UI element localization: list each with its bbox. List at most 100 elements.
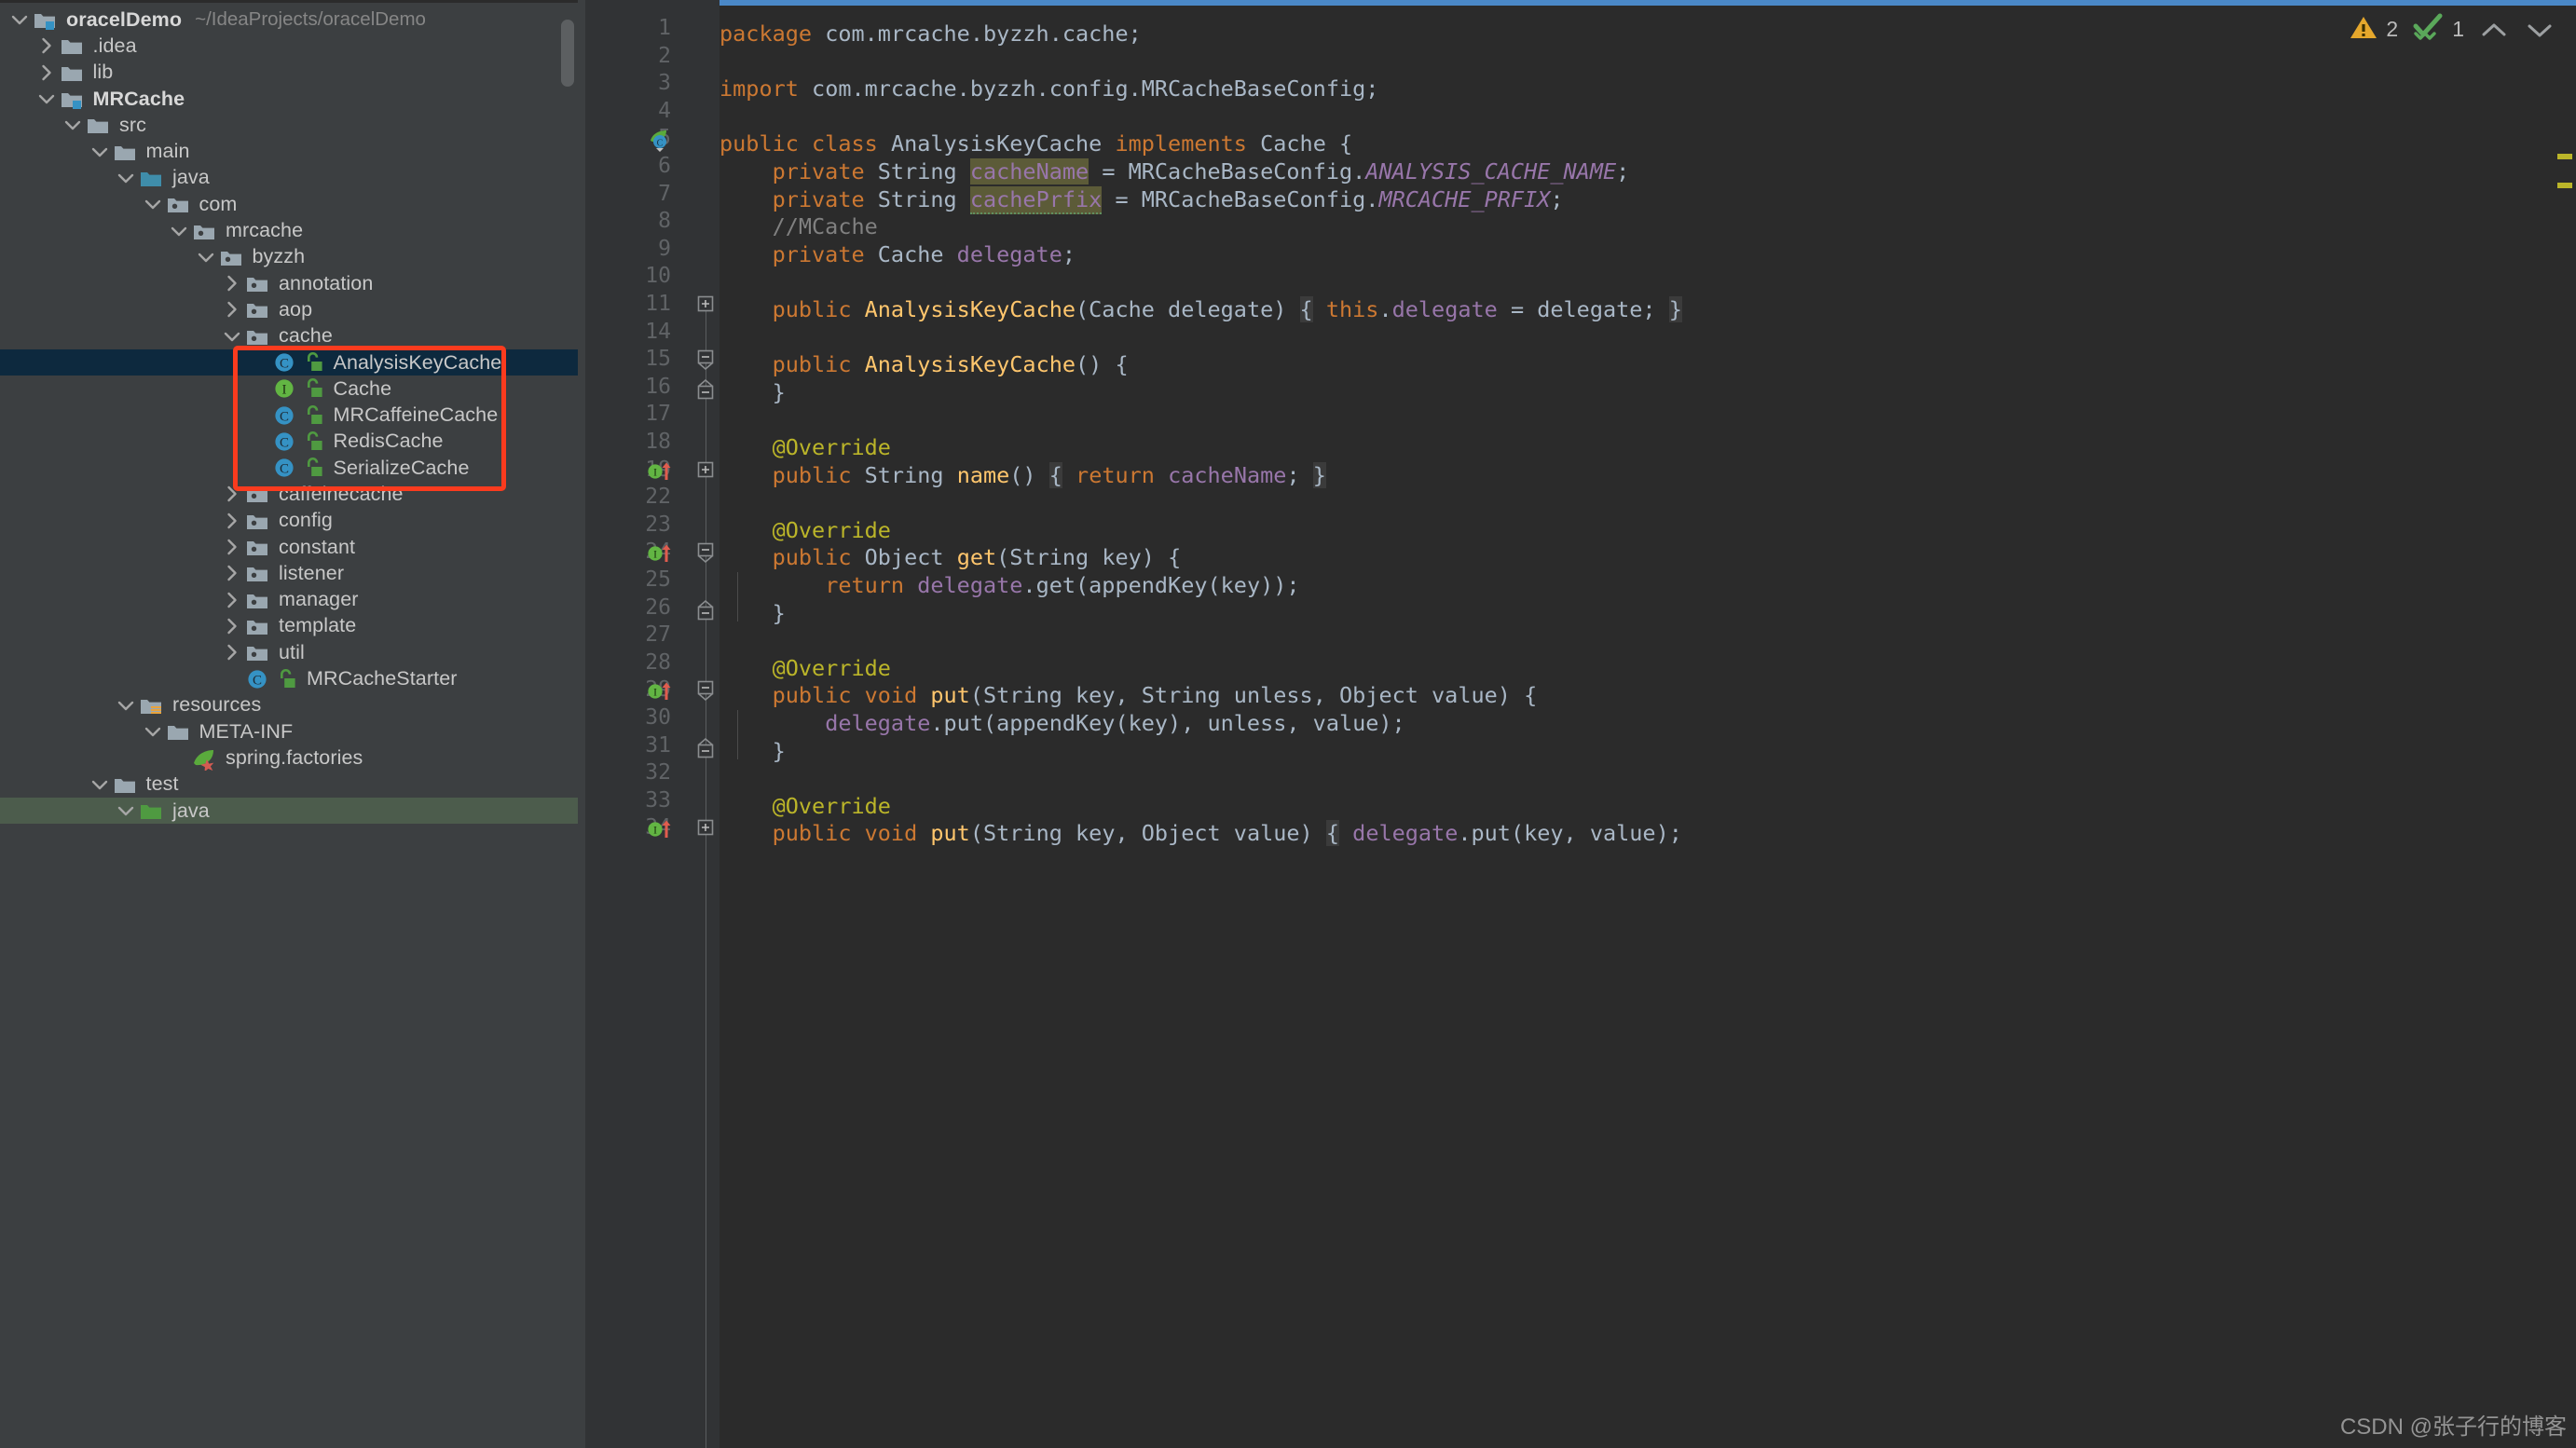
fold-marker-collapse-bottom[interactable] [695, 735, 716, 764]
tree-node-serializecache[interactable]: C SerializeCache [0, 455, 578, 481]
chevron-right-icon[interactable] [220, 481, 244, 507]
tree-node-spring-factories[interactable]: spring.factories [0, 744, 578, 772]
tree-node-meta-inf[interactable]: META-INF [0, 718, 578, 744]
code-line[interactable]: @Override [719, 434, 891, 462]
tree-node-mrcache[interactable]: mrcache [0, 217, 578, 243]
tree-node-listener[interactable]: listener [0, 560, 578, 586]
marker-stripe-warning-2[interactable] [2557, 183, 2572, 188]
tree-node-lib[interactable]: lib [0, 60, 578, 86]
tree-node-rediscache[interactable]: C RedisCache [0, 429, 578, 455]
chevron-right-icon[interactable] [34, 60, 59, 86]
chevron-down-icon[interactable] [114, 692, 138, 718]
tree-node-oraceldemo[interactable]: oracelDemo ~/IdeaProjects/oracelDemo [0, 7, 578, 33]
code-line[interactable]: @Override [719, 655, 891, 683]
tree-node-config[interactable]: config [0, 508, 578, 534]
chevron-right-icon[interactable] [220, 296, 244, 322]
code-line[interactable]: //MCache [719, 213, 878, 241]
fold-marker-plus[interactable] [695, 459, 716, 485]
tree-node-constant[interactable]: constant [0, 534, 578, 560]
chevron-right-icon[interactable] [220, 587, 244, 613]
chevron-right-icon[interactable] [34, 33, 59, 59]
code-line[interactable]: } [719, 738, 786, 766]
chevron-down-icon[interactable] [7, 7, 32, 33]
inspection-widget[interactable]: 2 1 [2350, 13, 2555, 46]
tree-node-src[interactable]: src [0, 112, 578, 138]
chevron-right-icon[interactable] [220, 508, 244, 534]
implementing-method-icon[interactable]: I [647, 677, 675, 708]
tree-node-java[interactable]: java [0, 165, 578, 191]
fold-marker-collapse-bottom[interactable] [695, 376, 716, 405]
chevron-down-icon[interactable] [167, 218, 191, 244]
tree-node-util[interactable]: util [0, 639, 578, 665]
chevron-right-icon[interactable] [220, 639, 244, 665]
fold-marker-plus[interactable] [695, 817, 716, 842]
code-line[interactable]: public AnalysisKeyCache(Cache delegate) … [719, 296, 1682, 324]
chevron-right-icon[interactable] [220, 534, 244, 560]
code-line[interactable]: public void put(String key, String unles… [719, 682, 1538, 710]
code-line[interactable]: public AnalysisKeyCache() { [719, 351, 1129, 379]
tree-node-test[interactable]: test [0, 772, 578, 798]
code-line[interactable]: public class AnalysisKeyCache implements… [719, 130, 1352, 158]
tree-node-mrcache[interactable]: MRCache [0, 86, 578, 112]
chevron-down-icon[interactable] [114, 165, 138, 191]
implementing-method-icon[interactable]: I [647, 540, 675, 570]
fold-marker-collapse-bottom[interactable] [695, 597, 716, 626]
code-line[interactable]: delegate.put(appendKey(key), unless, val… [719, 710, 1405, 738]
chevron-up-icon[interactable] [2478, 14, 2510, 46]
tree-node-manager[interactable]: manager [0, 587, 578, 613]
code-line[interactable]: } [719, 600, 786, 628]
chevron-down-icon[interactable] [2524, 14, 2555, 46]
fold-marker-plus[interactable] [695, 294, 716, 319]
chevron-right-icon[interactable] [220, 613, 244, 639]
fold-marker-collapse-top[interactable] [695, 348, 716, 377]
chevron-down-icon[interactable] [34, 86, 59, 112]
tree-node-aop[interactable]: aop [0, 296, 578, 322]
chevron-down-icon[interactable] [141, 718, 165, 744]
tree-node-analysiskeycache[interactable]: C AnalysisKeyCache [0, 348, 578, 376]
project-pane-scrollbar[interactable] [561, 20, 574, 87]
tree-node-java[interactable]: java [0, 797, 578, 825]
code-line[interactable]: package com.mrcache.byzzh.cache; [719, 20, 1142, 48]
code-line[interactable]: import com.mrcache.byzzh.config.MRCacheB… [719, 75, 1378, 103]
tree-node-cache[interactable]: cache [0, 323, 578, 349]
fold-marker-collapse-top[interactable] [695, 679, 716, 708]
chevron-down-icon[interactable] [220, 323, 244, 349]
fold-marker-collapse-top[interactable] [695, 541, 716, 570]
chevron-down-icon[interactable] [194, 244, 218, 270]
chevron-down-icon[interactable] [61, 112, 85, 138]
marker-stripe-warning-1[interactable] [2557, 154, 2572, 159]
chevron-down-icon[interactable] [141, 191, 165, 217]
code-line[interactable]: @Override [719, 517, 891, 545]
chevron-right-icon[interactable] [220, 560, 244, 586]
code-line[interactable]: } [719, 379, 786, 407]
code-line[interactable]: return delegate.get(appendKey(key)); [719, 572, 1299, 600]
tree-node-cache[interactable]: I Cache [0, 376, 578, 402]
implementing-method-icon[interactable]: I [647, 458, 675, 488]
ok-indicator[interactable]: 1 [2412, 13, 2464, 46]
project-tree[interactable]: oracelDemo ~/IdeaProjects/oracelDemo .idea… [0, 3, 578, 825]
tree-node-caffeinecache[interactable]: caffeinecache [0, 481, 578, 507]
code-line[interactable]: public void put(String key, Object value… [719, 820, 1682, 848]
code-line[interactable]: @Override [719, 793, 891, 821]
tree-node-resources[interactable]: resources [0, 692, 578, 718]
code-folding-rail[interactable] [692, 0, 719, 1448]
code-editor[interactable]: 1234567891011141516171819222324252627282… [578, 0, 2576, 1448]
tree-node-template[interactable]: template [0, 613, 578, 639]
tree-node--idea[interactable]: .idea [0, 33, 578, 59]
tree-node-mrcaffeinecache[interactable]: C MRCaffeineCache [0, 402, 578, 428]
code-text[interactable]: package com.mrcache.byzzh.cache; import c… [719, 6, 2576, 1448]
spring-bean-icon[interactable]: C [647, 126, 673, 157]
code-line[interactable]: private String cacheName = MRCacheBaseCo… [719, 158, 1629, 186]
chevron-down-icon[interactable] [88, 139, 112, 165]
tree-node-annotation[interactable]: annotation [0, 270, 578, 296]
code-line[interactable]: private String cachePrfix = MRCacheBaseC… [719, 185, 1564, 214]
code-line[interactable]: public Object get(String key) { [719, 544, 1182, 572]
tree-node-main[interactable]: main [0, 138, 578, 164]
tree-node-byzzh[interactable]: byzzh [0, 244, 578, 270]
code-line[interactable]: public String name() { return cacheName;… [719, 461, 1326, 490]
chevron-right-icon[interactable] [220, 270, 244, 296]
implementing-method-icon[interactable]: I [647, 815, 675, 846]
tree-node-com[interactable]: com [0, 191, 578, 217]
code-line[interactable]: private Cache delegate; [719, 241, 1076, 269]
warning-indicator[interactable]: 2 [2350, 14, 2398, 45]
